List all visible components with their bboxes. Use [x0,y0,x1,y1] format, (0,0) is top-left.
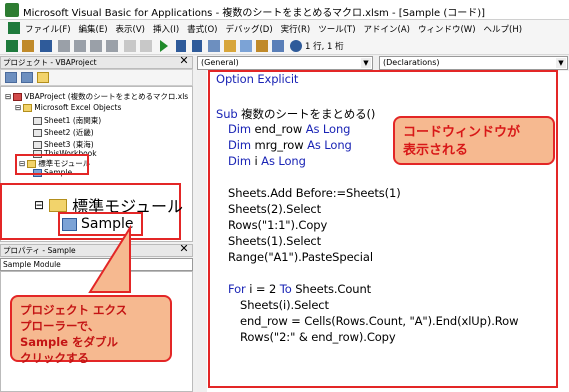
menu-insert[interactable]: 挿入(I) [152,23,180,35]
project-toolbar [0,69,193,86]
chevron-down-icon[interactable]: ▼ [361,58,371,68]
title-bar: Microsoft Visual Basic for Applications … [0,0,569,20]
object-browser-icon[interactable] [256,40,268,52]
menu-debug[interactable]: デバッグ(D) [224,23,273,35]
properties-panel-title: プロパティ - Sample [0,244,193,257]
toggle-folders-icon[interactable] [37,72,49,83]
tree-vbaproject[interactable]: ⊟ VBAProject (複数のシートをまとめるマクロ.xls [5,91,188,102]
reset-icon[interactable] [192,40,202,52]
save-icon[interactable] [40,40,52,52]
collapse-icon: ⊟ [34,198,45,212]
sheet-icon [33,128,42,137]
project-panel-title: プロジェクト - VBAProject [0,56,193,69]
run-icon[interactable] [160,40,168,52]
callout-project-explorer: プロジェクト エクス プローラーで、 Sample をダブル クリックする [10,295,172,365]
vba-app-icon [5,3,19,17]
menu-help[interactable]: ヘルプ(H) [483,23,524,35]
folder-icon [23,103,33,112]
tree-sheet1[interactable]: Sheet1 (南関東) [33,115,101,126]
break-icon[interactable] [176,40,186,52]
tree-excel-objects[interactable]: ⊟ Microsoft Excel Objects [15,103,121,112]
zoom-sample[interactable]: Sample [58,212,143,236]
sheet-icon [33,140,42,149]
excel-icon[interactable] [8,22,20,34]
properties-window-icon[interactable] [240,40,252,52]
menu-window[interactable]: ウィンドウ(W) [417,23,477,35]
tree-sheet2[interactable]: Sheet2 (近畿) [33,127,94,138]
insert-module-icon[interactable] [22,40,34,52]
standard-toolbar: 1 行, 1 桁 [0,37,569,55]
properties-object-select[interactable]: Sample Module [0,258,193,271]
menu-file[interactable]: ファイル(F) [24,23,72,35]
cursor-position: 1 行, 1 桁 [305,42,344,52]
folder-icon [49,198,68,212]
menu-addins[interactable]: アドイン(A) [363,23,411,35]
module-icon [62,217,77,231]
menu-tools[interactable]: ツール(T) [317,23,356,35]
object-combo[interactable]: (General) ▼ [197,56,373,70]
redo-icon[interactable] [140,40,152,52]
procedure-combo[interactable]: (Declarations) ▼ [379,56,568,70]
cut-icon[interactable] [58,40,70,52]
tree-highlight [15,154,89,175]
help-icon[interactable] [290,40,302,52]
undo-icon[interactable] [124,40,136,52]
vbaproject-icon [13,92,23,101]
window-title: Microsoft Visual Basic for Applications … [23,8,486,19]
code-gutter [197,71,207,392]
collapse-icon[interactable]: ⊟ [15,103,21,112]
view-code-icon[interactable] [5,72,17,83]
menu-run[interactable]: 実行(R) [280,23,312,35]
menu-format[interactable]: 書式(O) [186,23,218,35]
project-close-icon[interactable]: ✕ [178,55,190,67]
paste-icon[interactable] [90,40,102,52]
project-explorer-icon[interactable] [224,40,236,52]
view-excel-icon[interactable] [6,40,18,52]
callout-code-window: コードウィンドウが 表示される [393,116,555,165]
view-object-icon[interactable] [21,72,33,83]
sheet-icon [33,116,42,125]
copy-icon[interactable] [74,40,86,52]
menu-bar: ファイル(F) 編集(E) 表示(V) 挿入(I) 書式(O) デバッグ(D) … [0,20,569,37]
toolbox-icon[interactable] [272,40,284,52]
menu-edit[interactable]: 編集(E) [78,23,109,35]
menu-view[interactable]: 表示(V) [115,23,146,35]
chevron-down-icon[interactable]: ▼ [556,58,566,68]
properties-close-icon[interactable]: ✕ [178,243,190,255]
collapse-icon[interactable]: ⊟ [5,92,11,101]
design-mode-icon[interactable] [208,40,220,52]
find-icon[interactable] [106,40,118,52]
